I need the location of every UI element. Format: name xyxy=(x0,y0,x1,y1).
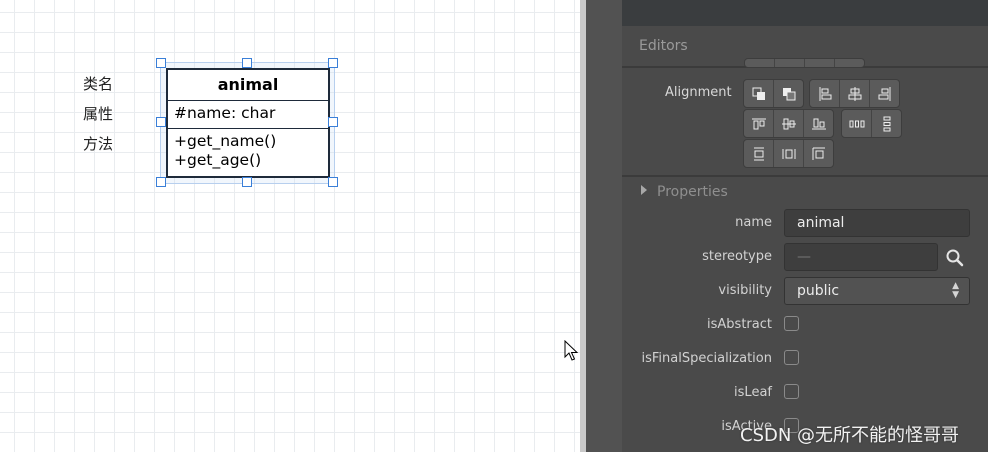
hidden-toolbar-row xyxy=(744,58,865,68)
side-label-operations: 方法 xyxy=(83,135,114,153)
horizontal-align-group xyxy=(809,79,900,108)
resize-handle-bottom[interactable] xyxy=(242,177,252,187)
uml-class-name[interactable]: animal xyxy=(168,70,328,101)
uml-attribute-compartment[interactable]: #name: char xyxy=(168,101,328,129)
isFinalSpecialization-label: isFinalSpecialization xyxy=(641,351,773,366)
isAbstract-label: isAbstract xyxy=(707,317,772,332)
vertical-align-group xyxy=(743,109,834,138)
isLeaf-label: isLeaf xyxy=(734,385,772,400)
side-label-class-name: 类名 xyxy=(83,75,114,93)
align-center-icon[interactable] xyxy=(840,80,870,107)
resize-handle-left[interactable] xyxy=(156,117,166,127)
side-label-attributes: 属性 xyxy=(83,105,114,123)
resize-handle-top-right[interactable] xyxy=(328,58,338,68)
isAbstract-checkbox[interactable] xyxy=(784,316,799,331)
panel-gutter xyxy=(586,0,622,452)
set-height-equally-icon[interactable] xyxy=(774,140,804,167)
set-size-equally-icon[interactable] xyxy=(804,140,833,167)
align-bottom-icon[interactable] xyxy=(804,110,833,137)
name-label: name xyxy=(735,215,772,230)
uml-class-box[interactable]: animal #name: char +get_name() +get_age(… xyxy=(166,68,330,178)
uml-operation-compartment[interactable]: +get_name() +get_age() xyxy=(168,129,328,170)
stereotype-label: stereotype xyxy=(702,249,772,264)
spacing-group xyxy=(841,109,902,138)
uml-attribute[interactable]: #name: char xyxy=(174,101,328,126)
uml-operation[interactable]: +get_age() xyxy=(174,151,328,170)
editors-panel: Editors Alignment Properties name animal… xyxy=(622,0,988,452)
isLeaf-checkbox[interactable] xyxy=(784,384,799,399)
set-width-equally-icon[interactable] xyxy=(744,140,774,167)
send-to-back-icon[interactable] xyxy=(774,80,803,107)
arrange-group xyxy=(743,79,804,108)
diagram-canvas[interactable]: 类名 属性 方法 animal #name: char +get_name() … xyxy=(0,0,580,452)
space-equally-vertical-icon[interactable] xyxy=(872,110,901,137)
visibility-label: visibility xyxy=(718,283,772,298)
uml-operation[interactable]: +get_name() xyxy=(174,132,328,151)
size-group xyxy=(743,139,834,168)
stereotype-input[interactable]: — xyxy=(784,243,938,271)
align-left-icon[interactable] xyxy=(810,80,840,107)
align-middle-icon[interactable] xyxy=(774,110,804,137)
resize-handle-top[interactable] xyxy=(242,58,252,68)
bring-to-front-icon[interactable] xyxy=(744,80,774,107)
watermark-text: CSDN @无所不能的怪哥哥 xyxy=(740,425,960,446)
editors-title: Editors xyxy=(639,38,688,54)
resize-handle-right[interactable] xyxy=(328,117,338,127)
caret-right-icon[interactable] xyxy=(641,185,647,195)
mouse-cursor-icon xyxy=(564,340,579,361)
visibility-value: public xyxy=(797,283,840,299)
name-input[interactable]: animal xyxy=(784,209,970,237)
resize-handle-bottom-right[interactable] xyxy=(328,177,338,187)
panel-toolbar xyxy=(622,0,988,26)
isFinalSpecialization-checkbox[interactable] xyxy=(784,350,799,365)
resize-handle-bottom-left[interactable] xyxy=(156,177,166,187)
properties-section-title[interactable]: Properties xyxy=(657,184,728,200)
alignment-label: Alignment xyxy=(665,85,732,100)
divider xyxy=(622,175,988,177)
align-top-icon[interactable] xyxy=(744,110,774,137)
resize-handle-top-left[interactable] xyxy=(156,58,166,68)
align-right-icon[interactable] xyxy=(870,80,899,107)
space-equally-horizontal-icon[interactable] xyxy=(842,110,872,137)
visibility-select[interactable]: public ▲ ▼ xyxy=(784,277,970,305)
select-arrows-icon: ▲ ▼ xyxy=(952,281,959,300)
search-icon[interactable] xyxy=(945,248,965,268)
